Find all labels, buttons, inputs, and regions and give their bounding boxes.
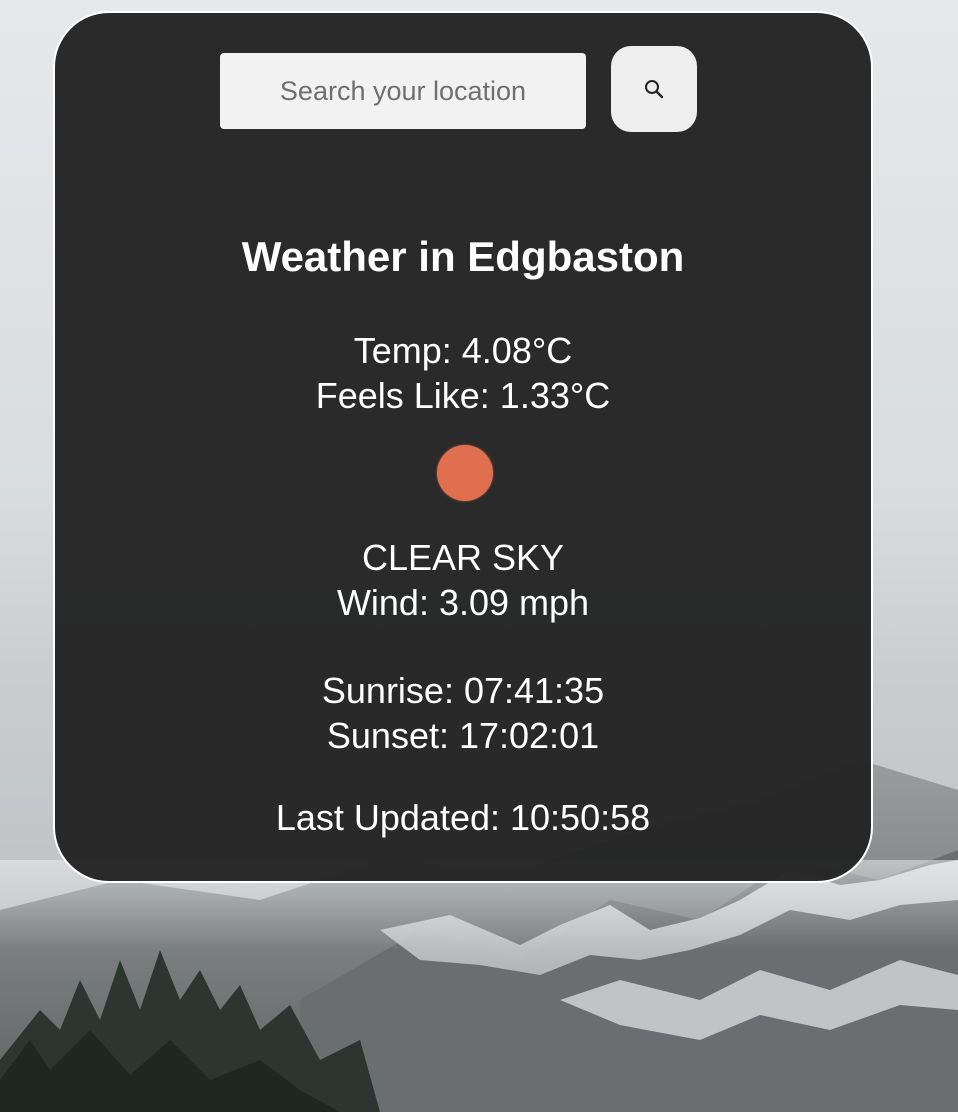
weather-app-page: Weather in Edgbaston Temp: 4.08°C Feels … — [0, 0, 958, 1112]
sun-icon — [437, 445, 493, 501]
search-icon — [645, 80, 664, 99]
last-updated-block: Last Updated: 10:50:58 — [55, 795, 871, 840]
feels-like-text: Feels Like: 1.33°C — [315, 375, 611, 416]
temperature-block: Temp: 4.08°C Feels Like: 1.33°C — [55, 328, 871, 418]
last-updated-text: Last Updated: 10:50:58 — [275, 797, 651, 838]
sunset-text: Sunset: 17:02:01 — [326, 715, 600, 756]
search-button[interactable] — [611, 46, 697, 132]
sun-times-block: Sunrise: 07:41:35 Sunset: 17:02:01 — [55, 668, 871, 758]
condition-block: CLEAR SKY Wind: 3.09 mph — [55, 535, 871, 625]
search-input[interactable] — [220, 53, 586, 129]
sunrise-text: Sunrise: 07:41:35 — [321, 670, 605, 711]
weather-description: CLEAR SKY — [361, 537, 565, 578]
weather-title: Weather in Edgbaston — [241, 233, 685, 280]
wind-text: Wind: 3.09 mph — [336, 582, 590, 623]
temperature-text: Temp: 4.08°C — [353, 330, 573, 371]
weather-card: Weather in Edgbaston Temp: 4.08°C Feels … — [53, 11, 873, 883]
